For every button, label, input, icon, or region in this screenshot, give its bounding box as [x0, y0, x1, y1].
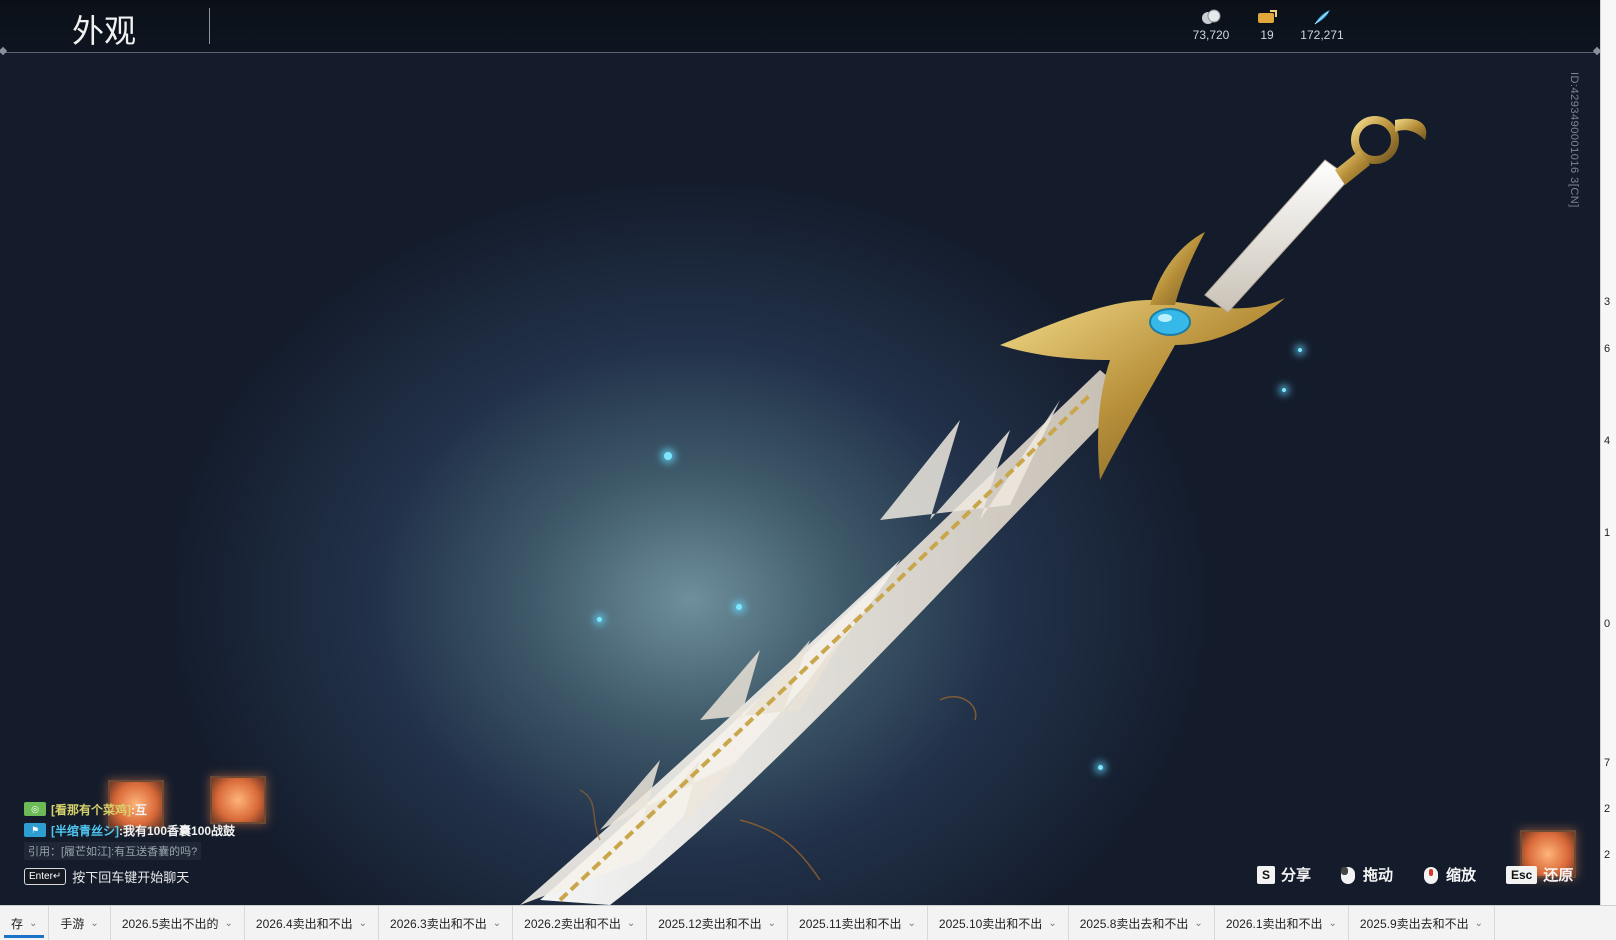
chat-quote-text: 引用：[履芒如江]:有互送香囊的吗? — [24, 842, 202, 860]
sheet-tab-label: 2025.10卖出和不出 — [938, 916, 1043, 931]
chevron-down-icon[interactable]: ⌄ — [627, 918, 635, 929]
chat-sender[interactable]: [看那有个菜鸡] — [51, 801, 131, 818]
sparkle-particle — [1098, 765, 1103, 770]
row-number: 2 — [1604, 803, 1611, 815]
reset-button[interactable]: Esc 还原 — [1506, 864, 1573, 885]
sheet-tab[interactable]: 2025.10卖出和不出 ⌄ — [928, 906, 1069, 940]
sheet-tab[interactable]: 存 ⌄ — [0, 906, 50, 940]
chat-quote: 引用：[履芒如江]:有互送香囊的吗? — [24, 842, 324, 860]
title-separator — [209, 8, 210, 44]
sparkle-particle — [597, 617, 602, 622]
chat-panel[interactable]: ◎ [看那有个菜鸡] :互 ⚑ [半绾青丝シ] :我有100香囊100战鼓 引用… — [24, 800, 324, 863]
zoom-control[interactable]: 缩放 — [1422, 864, 1476, 885]
gold-ticket-icon — [1258, 10, 1277, 23]
chevron-down-icon[interactable]: ⌄ — [493, 918, 501, 929]
sheet-tab-label: 2026.2卖出和不出 — [524, 916, 621, 931]
currency-silver[interactable]: 73,720 — [1181, 8, 1241, 42]
share-label: 分享 — [1281, 867, 1312, 884]
game-viewport[interactable]: 外观 73,720 19 172,271 ID:4293490001016 3[… — [0, 0, 1600, 905]
s-key: S — [1257, 865, 1276, 884]
chevron-down-icon[interactable]: ⌄ — [1329, 918, 1337, 929]
sheet-tab[interactable]: 2025.9卖出去和不出 ⌄ — [1349, 906, 1496, 940]
sword-pommel — [1335, 116, 1427, 185]
row-number: 0 — [1604, 618, 1611, 630]
sheet-tab[interactable]: 2026.2卖出和不出 ⌄ — [513, 906, 648, 940]
background-window-strip: 3 6 4 1 0 7 2 2 — [1600, 0, 1616, 905]
sparkle-particle — [664, 452, 672, 460]
guild-channel-icon: ⚑ — [24, 823, 46, 837]
chevron-down-icon[interactable]: ⌄ — [29, 918, 37, 929]
chevron-down-icon[interactable]: ⌄ — [90, 918, 98, 929]
sheet-tab[interactable]: 2025.12卖出和不出 ⌄ — [647, 906, 789, 940]
feather-blade — [520, 370, 1130, 905]
chat-message: ⚑ [半绾青丝シ] :我有100香囊100战鼓 — [24, 821, 324, 839]
chevron-down-icon[interactable]: ⌄ — [1475, 918, 1483, 929]
chat-message: ◎ [看那有个菜鸡] :互 — [24, 800, 324, 818]
chat-text: :我有100香囊100战鼓 — [119, 823, 236, 838]
sheet-tab[interactable]: 2025.8卖出去和不出 ⌄ — [1069, 906, 1215, 940]
chevron-down-icon[interactable]: ⌄ — [1048, 918, 1056, 929]
chevron-down-icon[interactable]: ⌄ — [225, 918, 233, 929]
sheet-tab-label: 2025.8卖出去和不出 — [1079, 916, 1189, 931]
sheet-tab[interactable]: 2026.1卖出和不出 ⌄ — [1215, 906, 1349, 940]
chat-sender[interactable]: [半绾青丝シ] — [51, 822, 119, 839]
currency-silver-value: 73,720 — [1192, 28, 1230, 42]
top-bar: 外观 73,720 19 172,271 — [0, 0, 1600, 56]
chat-hint-text: 按下回车键开始聊天 — [72, 870, 190, 885]
sparkle-particle — [1298, 348, 1302, 352]
chevron-down-icon[interactable]: ⌄ — [1194, 918, 1202, 929]
row-number: 2 — [1604, 849, 1611, 861]
chevron-down-icon[interactable]: ⌄ — [768, 918, 776, 929]
sheet-tab-bar: 存 ⌄ 手游 ⌄ 2026.5卖出不出的 ⌄ 2026.4卖出和不出 ⌄ 2026.3卖… — [0, 905, 1616, 940]
sheet-tab-label: 存 — [11, 916, 24, 931]
currency-feather[interactable]: 172,271 — [1292, 8, 1352, 42]
sheet-tab-label: 2025.9卖出去和不出 — [1359, 916, 1469, 931]
currency-gold-value: 19 — [1260, 28, 1274, 42]
row-number: 1 — [1604, 527, 1611, 539]
page-title: 外观 — [72, 12, 137, 50]
player-id-label: ID:4293490001016 3[CN] — [1568, 72, 1580, 208]
sheet-tab-label: 2025.12卖出和不出 — [658, 916, 762, 931]
sheet-tab-label: 2026.3卖出和不出 — [390, 916, 487, 931]
reset-label: 还原 — [1543, 867, 1574, 884]
sheet-tab[interactable]: 手游 ⌄ — [49, 906, 111, 940]
silver-coins-icon — [1202, 9, 1221, 24]
sheet-tab-label: 2026.5卖出不出的 — [121, 916, 219, 931]
chevron-down-icon[interactable]: ⌄ — [908, 918, 916, 929]
drag-control[interactable]: 拖动 — [1339, 864, 1393, 885]
mouse-left-icon — [1341, 866, 1355, 884]
sheet-tab[interactable]: 2026.3卖出和不出 ⌄ — [379, 906, 514, 940]
sheet-tab-label: 2026.4卖出和不出 — [255, 916, 353, 931]
sheet-tab-label: 2026.1卖出和不出 — [1225, 916, 1323, 931]
row-number: 3 — [1604, 296, 1611, 308]
esc-key: Esc — [1506, 865, 1538, 884]
background-spreadsheet-row — [170, 888, 1590, 900]
mouse-wheel-icon — [1424, 866, 1438, 884]
drag-label: 拖动 — [1363, 867, 1394, 884]
share-button[interactable]: S 分享 — [1257, 864, 1311, 885]
chevron-down-icon[interactable]: ⌄ — [359, 918, 367, 929]
sheet-tab[interactable]: 2025.11卖出和不出 ⌄ — [788, 906, 928, 940]
row-number: 4 — [1604, 435, 1611, 447]
blue-feather-icon — [1314, 10, 1330, 25]
zoom-label: 缩放 — [1446, 867, 1477, 884]
row-number: 7 — [1604, 757, 1611, 769]
row-number: 6 — [1604, 343, 1611, 355]
chat-hint[interactable]: Enter↵ 按下回车键开始聊天 — [24, 867, 189, 886]
sparkle-particle — [1282, 388, 1286, 392]
sword-handle — [1204, 159, 1351, 313]
sheet-tab[interactable]: 2026.4卖出和不出 ⌄ — [245, 906, 380, 940]
sword-model[interactable] — [0, 0, 1600, 905]
enter-key-icon: Enter↵ — [24, 868, 67, 885]
currency-gold[interactable]: 19 — [1237, 8, 1297, 42]
sheet-tab-label: 2025.11卖出和不出 — [799, 916, 902, 931]
world-channel-icon: ◎ — [24, 802, 46, 816]
sheet-tab[interactable]: 2026.5卖出不出的 ⌄ — [111, 906, 245, 940]
currency-feather-value: 172,271 — [1300, 28, 1344, 42]
sheet-tab-label: 手游 — [60, 916, 85, 931]
sparkle-particle — [736, 604, 742, 610]
chat-text: :互 — [131, 802, 147, 817]
